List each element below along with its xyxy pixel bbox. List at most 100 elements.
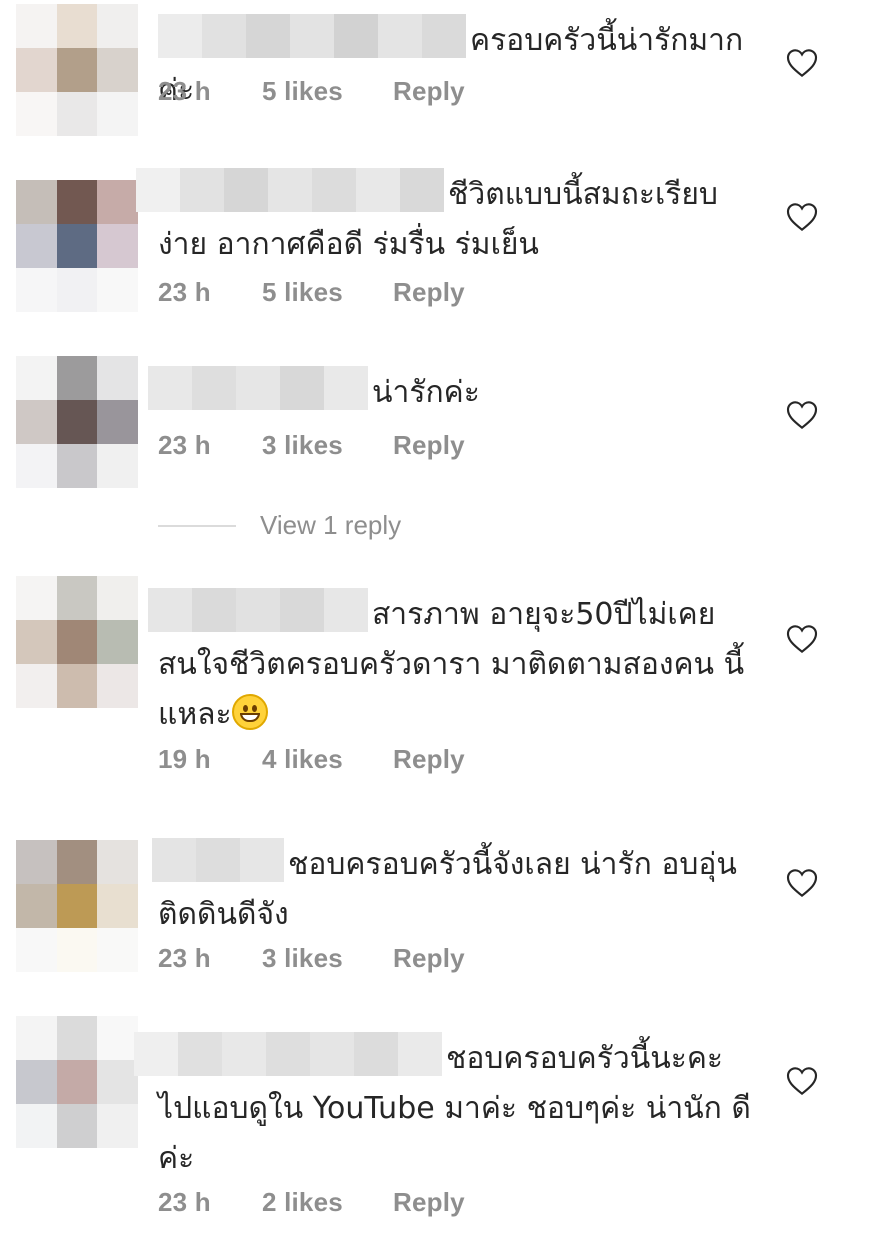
reply-button[interactable]: Reply: [393, 943, 465, 974]
username-pixel: [196, 837, 240, 882]
reply-button[interactable]: Reply: [393, 744, 465, 775]
avatar[interactable]: [16, 356, 138, 488]
avatar-pixel: [56, 180, 98, 224]
avatar-pixel: [16, 356, 57, 400]
heart-outline-icon[interactable]: [786, 202, 818, 232]
username-blurred[interactable]: [158, 13, 466, 58]
avatar[interactable]: [16, 1016, 138, 1148]
avatar-pixel: [56, 356, 98, 400]
comment-body: ชอบครอบครัวนี้จังเลย น่ารัก อบอุ่น ติดดิ…: [152, 837, 758, 940]
username-pixel: [334, 13, 378, 58]
username-blurred[interactable]: [148, 587, 368, 632]
username-pixel: [134, 1031, 178, 1076]
avatar-pixel: [56, 576, 98, 620]
username-pixel: [246, 13, 290, 58]
comment-item: สารภาพ อายุจะ50ปีไม่เคย สนใจชีวิตครอบครั…: [0, 576, 869, 786]
comment-time: 23 h: [158, 277, 211, 307]
avatar-pixel: [56, 400, 98, 444]
username-blurred[interactable]: [148, 365, 368, 410]
username-pixel: [268, 167, 312, 212]
comment-likes[interactable]: 2 likes: [262, 1187, 393, 1218]
avatar-pixel: [16, 444, 57, 488]
avatar-pixel: [16, 400, 57, 444]
avatar-pixel: [56, 840, 98, 884]
username-pixel: [222, 1031, 266, 1076]
comment-likes[interactable]: 4 likes: [262, 744, 393, 775]
username-blurred[interactable]: [134, 1031, 442, 1076]
comment-item: ครอบครัวนี้น่ารักมากค่ะ 23 h 5 likes Rep…: [0, 0, 869, 140]
comment-meta: 19 h 4 likes Reply: [158, 744, 465, 775]
comment-meta: 23 h 5 likes Reply: [158, 76, 465, 107]
avatar-pixel: [97, 664, 138, 708]
avatar-pixel: [16, 1016, 57, 1060]
username-pixel: [158, 13, 202, 58]
comment-likes[interactable]: 5 likes: [262, 76, 393, 107]
avatar-pixel: [16, 576, 57, 620]
avatar-pixel: [56, 224, 98, 268]
avatar-pixel: [56, 48, 98, 92]
avatar-pixel: [97, 48, 138, 92]
avatar-pixel: [16, 224, 57, 268]
reply-button[interactable]: Reply: [393, 430, 465, 461]
avatar-pixel: [97, 1016, 138, 1060]
comment-body: ชีวิตแบบนี้สมถะเรียบ ง่าย อากาศคือดี ร่ม…: [136, 167, 758, 270]
avatar-pixel: [56, 444, 98, 488]
avatar[interactable]: [16, 180, 138, 312]
heart-outline-icon[interactable]: [786, 1066, 818, 1096]
avatar-pixel: [97, 92, 138, 136]
username-blurred[interactable]: [152, 837, 284, 882]
username-pixel: [290, 13, 334, 58]
avatar-pixel: [97, 840, 138, 884]
avatar[interactable]: [16, 4, 138, 136]
username-pixel: [152, 837, 196, 882]
avatar-pixel: [16, 884, 57, 928]
heart-outline-icon[interactable]: [786, 624, 818, 654]
reply-button[interactable]: Reply: [393, 76, 465, 107]
comment-meta: 23 h 3 likes Reply: [158, 430, 465, 461]
heart-outline-icon[interactable]: [786, 400, 818, 430]
username-pixel: [280, 587, 324, 632]
avatar-pixel: [56, 4, 98, 48]
heart-outline-icon[interactable]: [786, 48, 818, 78]
username-pixel: [280, 365, 324, 410]
avatar-pixel: [56, 620, 98, 664]
comment-likes[interactable]: 3 likes: [262, 430, 393, 461]
avatar[interactable]: [16, 576, 138, 708]
comment-likes[interactable]: 3 likes: [262, 943, 393, 974]
username-pixel: [136, 167, 180, 212]
avatar-pixel: [97, 884, 138, 928]
avatar-pixel: [16, 48, 57, 92]
avatar-pixel: [97, 576, 138, 620]
comment-meta: 23 h 2 likes Reply: [158, 1187, 465, 1218]
username-blurred[interactable]: [136, 167, 444, 212]
avatar-pixel: [16, 928, 57, 972]
avatar-pixel: [97, 620, 138, 664]
avatar-pixel: [97, 444, 138, 488]
avatar-pixel: [16, 180, 57, 224]
username-pixel: [192, 587, 236, 632]
comment-time: 23 h: [158, 943, 211, 973]
avatar-pixel: [56, 268, 98, 312]
view-replies-button[interactable]: View 1 reply: [158, 510, 401, 541]
avatar-pixel: [97, 180, 138, 224]
comment-time: 19 h: [158, 744, 211, 774]
comment-text: น่ารักค่ะ: [372, 375, 480, 410]
username-pixel: [378, 13, 422, 58]
comment-meta: 23 h 5 likes Reply: [158, 277, 465, 308]
username-pixel: [148, 587, 192, 632]
reply-button[interactable]: Reply: [393, 277, 465, 308]
username-pixel: [240, 837, 284, 882]
avatar-pixel: [16, 268, 57, 312]
avatar-pixel: [16, 4, 57, 48]
username-pixel: [266, 1031, 310, 1076]
reply-button[interactable]: Reply: [393, 1187, 465, 1218]
comment-time: 23 h: [158, 430, 211, 460]
comment-body: สารภาพ อายุจะ50ปีไม่เคย สนใจชีวิตครอบครั…: [148, 587, 758, 740]
comment-likes[interactable]: 5 likes: [262, 277, 393, 308]
heart-outline-icon[interactable]: [786, 868, 818, 898]
avatar-pixel: [16, 92, 57, 136]
username-pixel: [224, 167, 268, 212]
avatar-pixel: [56, 1060, 98, 1104]
avatar[interactable]: [16, 840, 138, 972]
username-pixel: [356, 167, 400, 212]
